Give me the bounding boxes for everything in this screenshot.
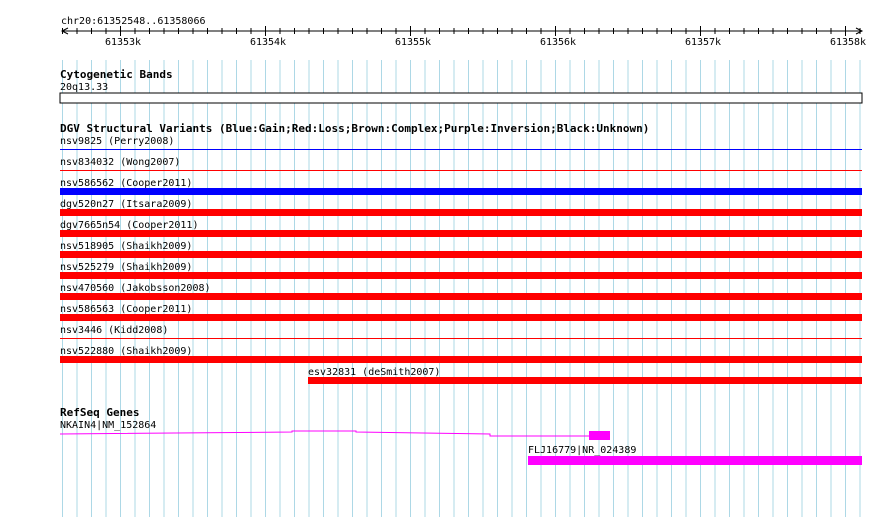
- ruler: chr20:61352548..61358066 61353k 61354k 6…: [0, 0, 890, 60]
- variant-dgv520n27[interactable]: dgv520n27 (Itsara2009): [60, 199, 862, 216]
- variant-bar[interactable]: [60, 356, 862, 363]
- variant-nsv470560[interactable]: nsv470560 (Jakobsson2008): [60, 283, 862, 300]
- cytoband-bar[interactable]: [59, 92, 863, 104]
- variant-bar[interactable]: [60, 149, 862, 150]
- variant-label: nsv9825 (Perry2008): [60, 136, 174, 147]
- tick-label: 61355k: [395, 37, 431, 48]
- dgv-track[interactable]: DGV Structural Variants (Blue:Gain;Red:L…: [60, 122, 862, 384]
- track-title-dgv: DGV Structural Variants (Blue:Gain;Red:L…: [60, 122, 649, 135]
- cytoband-track[interactable]: Cytogenetic Bands 20q13.33: [59, 68, 863, 104]
- variant-nsv525279[interactable]: nsv525279 (Shaikh2009): [60, 262, 862, 279]
- genome-browser-view: chr20:61352548..61358066 61353k 61354k 6…: [0, 0, 890, 517]
- variant-label: nsv834032 (Wong2007): [60, 157, 180, 168]
- variant-bar[interactable]: [308, 377, 862, 384]
- gene-intron-line[interactable]: [59, 430, 590, 437]
- variant-nsv3446[interactable]: nsv3446 (Kidd2008): [60, 325, 862, 339]
- variant-dgv7665n54[interactable]: dgv7665n54 (Cooper2011): [60, 220, 862, 237]
- variant-label: nsv3446 (Kidd2008): [60, 325, 168, 336]
- variant-nsv9825[interactable]: nsv9825 (Perry2008): [60, 136, 862, 150]
- track-title-refseq: RefSeq Genes: [60, 406, 139, 419]
- variant-bar[interactable]: [60, 314, 862, 321]
- tick-label: 61354k: [250, 37, 286, 48]
- variant-label: nsv518905 (Shaikh2009): [60, 241, 192, 252]
- gene-exon[interactable]: [528, 456, 862, 465]
- gene-label: NKAIN4|NM_152864: [60, 420, 156, 431]
- variant-label: nsv522880 (Shaikh2009): [60, 346, 192, 357]
- variant-bar[interactable]: [60, 170, 862, 171]
- variant-label: esv32831 (deSmith2007): [308, 367, 440, 378]
- variant-bar[interactable]: [60, 188, 862, 195]
- variant-label: dgv520n27 (Itsara2009): [60, 199, 192, 210]
- variant-bar[interactable]: [60, 251, 862, 258]
- variant-bar[interactable]: [60, 230, 862, 237]
- cytoband-label: 20q13.33: [60, 82, 108, 93]
- gene-label: FLJ16779|NR_024389: [528, 445, 636, 456]
- gene-nkain4[interactable]: NKAIN4|NM_152864: [59, 420, 610, 440]
- variant-label: nsv586563 (Cooper2011): [60, 304, 192, 315]
- variant-nsv522880[interactable]: nsv522880 (Shaikh2009): [60, 346, 862, 363]
- variant-bar[interactable]: [60, 338, 862, 339]
- tick-label: 61358k: [830, 37, 866, 48]
- gene-exon[interactable]: [589, 431, 610, 440]
- variant-nsv518905[interactable]: nsv518905 (Shaikh2009): [60, 241, 862, 258]
- track-title-cytobands: Cytogenetic Bands: [60, 68, 173, 81]
- tick-label: 61353k: [105, 37, 141, 48]
- gene-flj16779[interactable]: FLJ16779|NR_024389: [528, 445, 862, 465]
- variant-nsv586562[interactable]: nsv586562 (Cooper2011): [60, 178, 862, 195]
- ruler-label: chr20:61352548..61358066: [61, 16, 206, 27]
- refseq-track[interactable]: RefSeq Genes NKAIN4|NM_152864 FLJ16779|N…: [59, 406, 862, 465]
- variant-label: nsv470560 (Jakobsson2008): [60, 283, 211, 294]
- tick-label: 61356k: [540, 37, 576, 48]
- variant-label: nsv586562 (Cooper2011): [60, 178, 192, 189]
- variant-nsv586563[interactable]: nsv586563 (Cooper2011): [60, 304, 862, 321]
- variant-label: dgv7665n54 (Cooper2011): [60, 220, 198, 231]
- variant-bar[interactable]: [60, 272, 862, 279]
- variant-label: nsv525279 (Shaikh2009): [60, 262, 192, 273]
- variant-bar[interactable]: [60, 293, 862, 300]
- tick-label: 61357k: [685, 37, 721, 48]
- variant-bar[interactable]: [60, 209, 862, 216]
- variant-nsv834032[interactable]: nsv834032 (Wong2007): [60, 157, 862, 171]
